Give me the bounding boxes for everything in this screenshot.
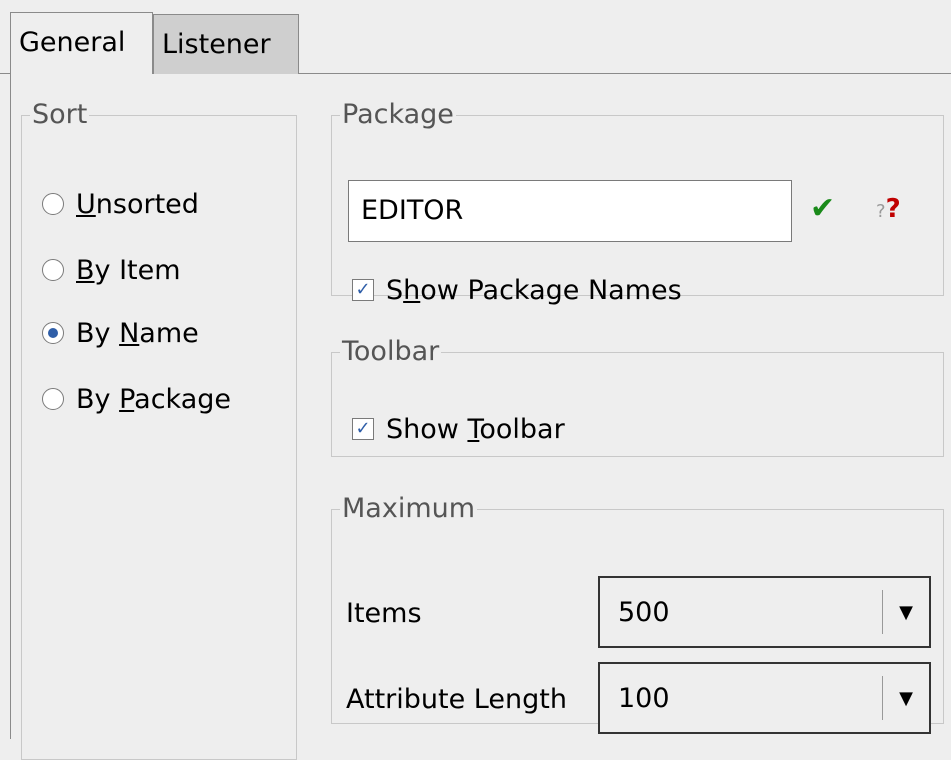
attribute-length-combo[interactable]: 100 ▼ xyxy=(598,662,931,734)
radio-by-name[interactable]: By Name xyxy=(42,313,199,353)
show-package-names-check[interactable]: ✓ xyxy=(352,279,374,301)
tab-bar: General Listener xyxy=(0,0,951,74)
radio-by-package-label: By Package xyxy=(76,383,232,415)
radio-by-item[interactable]: By Item xyxy=(42,250,181,290)
toolbar-legend: Toolbar xyxy=(342,336,440,367)
maximum-group: Maximum Items 500 ▼ Attribute Length 100… xyxy=(331,493,944,734)
sort-legend: Sort xyxy=(32,99,88,130)
show-toolbar-label: Show Toolbar xyxy=(386,413,565,445)
tab-baseline-left xyxy=(0,73,10,74)
show-toolbar-check[interactable]: ✓ xyxy=(352,418,374,440)
tab-general[interactable]: General xyxy=(10,12,153,74)
radio-unsorted[interactable]: Unsorted xyxy=(42,184,199,224)
help-question-icon[interactable]: ?? xyxy=(876,192,910,228)
radio-unsorted-button[interactable] xyxy=(42,193,64,215)
radio-by-package[interactable]: By Package xyxy=(42,379,231,419)
panel-left-border xyxy=(10,73,11,739)
chevron-down-icon[interactable]: ▼ xyxy=(883,602,929,623)
attribute-length-value: 100 xyxy=(618,682,670,714)
radio-by-package-button[interactable] xyxy=(42,388,64,410)
maximum-legend: Maximum xyxy=(342,493,476,524)
radio-by-name-button[interactable] xyxy=(42,322,64,344)
show-package-names-label: Show Package Names xyxy=(386,274,682,306)
radio-by-item-label: By Item xyxy=(76,254,181,286)
items-value: 500 xyxy=(618,596,670,628)
tab-listener[interactable]: Listener xyxy=(153,14,299,74)
package-group: Package EDITOR ✔ ?? ✓ Show Package Names xyxy=(331,99,944,306)
checkmark-icon[interactable]: ✔ xyxy=(810,194,840,224)
attribute-length-label: Attribute Length xyxy=(346,684,567,715)
toolbar-group: Toolbar ✓ Show Toolbar xyxy=(331,337,944,457)
show-package-names-checkbox[interactable]: ✓ Show Package Names xyxy=(352,272,682,308)
package-legend: Package xyxy=(342,99,454,130)
items-combo[interactable]: 500 ▼ xyxy=(598,576,931,648)
sort-group: Sort Unsorted By Item By Name By Package xyxy=(21,100,297,760)
items-label: Items xyxy=(346,598,422,629)
radio-by-name-label: By Name xyxy=(76,317,199,349)
radio-unsorted-label: Unsorted xyxy=(76,188,199,220)
show-toolbar-checkbox[interactable]: ✓ Show Toolbar xyxy=(352,411,565,447)
radio-by-item-button[interactable] xyxy=(42,259,64,281)
package-input[interactable]: EDITOR xyxy=(348,180,792,242)
chevron-down-icon[interactable]: ▼ xyxy=(883,688,929,709)
tab-baseline xyxy=(299,73,951,74)
